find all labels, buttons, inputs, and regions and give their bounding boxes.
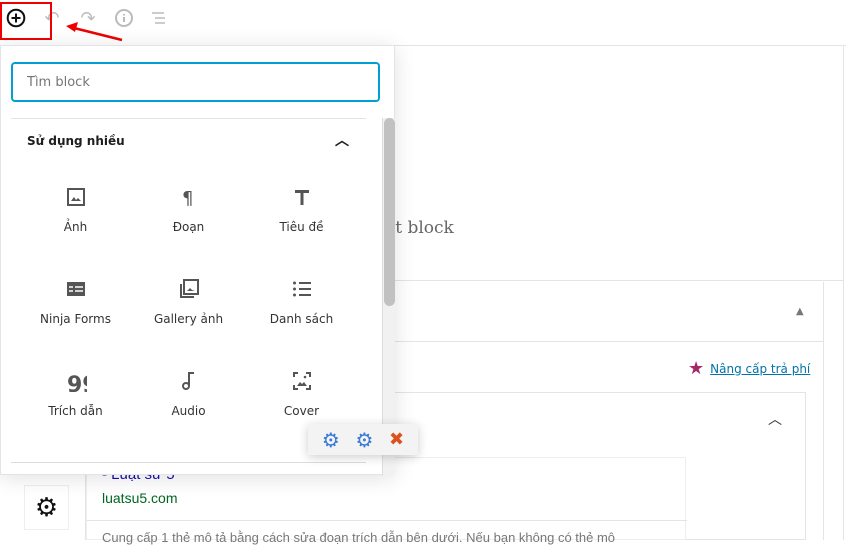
block-image[interactable]: Ảnh <box>19 174 132 244</box>
block-ninja-forms[interactable]: Ninja Forms <box>19 266 132 336</box>
preview-url: luatsu5.com <box>102 490 178 506</box>
editor-placeholder[interactable]: ột block <box>385 218 454 238</box>
quote-icon: 99 <box>67 373 87 392</box>
cover-icon <box>292 372 311 390</box>
upgrade-link[interactable]: ★ Nâng cấp trả phí <box>688 358 810 379</box>
collapse-toggle[interactable]: ▲ <box>796 306 804 317</box>
heading-icon <box>294 190 309 205</box>
scrollbar-thumb[interactable] <box>384 118 395 306</box>
form-icon <box>66 282 85 296</box>
block-paragraph[interactable]: ¶ Đoạn <box>132 174 245 244</box>
settings-button[interactable]: ⚙ <box>24 485 69 530</box>
divider <box>395 45 846 46</box>
tools-icon[interactable]: ✖ <box>389 429 404 450</box>
divider <box>843 45 844 540</box>
svg-text:99: 99 <box>67 373 87 392</box>
star-icon: ★ <box>688 358 705 379</box>
collapse-section-button[interactable]: ︿ <box>335 130 349 150</box>
block-cover[interactable]: Cover <box>245 358 358 428</box>
audio-icon <box>181 372 194 390</box>
gear-icon: ⚙ <box>34 492 59 523</box>
block-list[interactable]: Danh sách <box>245 266 358 336</box>
gear-icon[interactable]: ⚙ <box>322 428 340 452</box>
image-icon <box>66 188 85 206</box>
paragraph-icon: ¶ <box>182 188 193 208</box>
block-quote[interactable]: 99Trích dẫn <box>19 358 132 428</box>
annotation-arrow <box>66 22 123 42</box>
chevron-up-icon[interactable]: ︿ <box>768 409 782 429</box>
gear-icon[interactable]: ⚙ <box>355 428 373 452</box>
list-icon <box>292 281 311 297</box>
scrollbar[interactable] <box>382 118 395 476</box>
divider <box>395 280 843 281</box>
floating-toolbar: ⚙ ⚙ ✖ <box>308 424 418 455</box>
block-audio[interactable]: Audio <box>132 358 245 428</box>
block-inserter: Sử dụng nhiều ︿ Ảnh ¶Đoạn Tiêu đề Ninja … <box>0 45 395 476</box>
section-title: Sử dụng nhiều <box>27 134 125 148</box>
outline-icon[interactable] <box>148 7 170 29</box>
gallery-icon <box>179 279 199 298</box>
block-gallery[interactable]: Gallery ảnh <box>132 266 245 336</box>
block-heading[interactable]: Tiêu đề <box>245 174 358 244</box>
block-search-input[interactable] <box>11 62 380 102</box>
svg-text:¶: ¶ <box>182 188 193 208</box>
annotation-box <box>0 2 52 40</box>
preview-description[interactable]: Cung cấp 1 thẻ mô tả bằng cách sửa đoạn … <box>102 530 615 545</box>
